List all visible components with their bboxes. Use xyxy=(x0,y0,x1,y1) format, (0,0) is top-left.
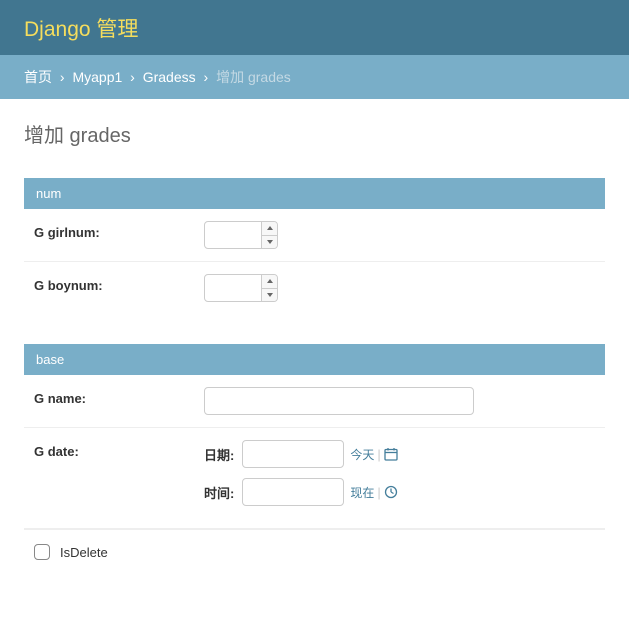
clock-icon[interactable] xyxy=(384,485,398,499)
chevron-down-icon xyxy=(266,292,274,298)
admin-header: Django 管理 xyxy=(0,0,629,55)
spinner xyxy=(261,222,277,248)
chevron-up-icon xyxy=(266,278,274,284)
label-boynum: G boynum: xyxy=(34,274,204,293)
time-input[interactable] xyxy=(242,478,344,506)
row-date: G date: 日期: 今天 | 时间: 现在 | xyxy=(24,428,605,529)
fieldset-base: base G name: G date: 日期: 今天 | xyxy=(24,344,605,574)
date-sub-label: 日期: xyxy=(204,445,234,464)
fieldset-legend-num: num xyxy=(24,178,605,209)
content: 增加 grades num G girlnum: G boynum: xyxy=(0,99,629,624)
breadcrumb-home[interactable]: 首页 xyxy=(24,69,52,85)
row-girlnum: G girlnum: xyxy=(24,209,605,262)
calendar-icon[interactable] xyxy=(384,447,398,461)
now-shortcut[interactable]: 现在 xyxy=(350,484,374,501)
row-isdelete: IsDelete xyxy=(24,529,605,574)
isdelete-label[interactable]: IsDelete xyxy=(60,545,108,560)
girlnum-stepper xyxy=(204,221,278,249)
boynum-stepper xyxy=(204,274,278,302)
site-title[interactable]: Django 管理 xyxy=(24,13,138,43)
breadcrumb-current: 增加 grades xyxy=(216,69,291,85)
fieldset-legend-base: base xyxy=(24,344,605,375)
today-shortcut[interactable]: 今天 xyxy=(350,446,374,463)
breadcrumb-sep: › xyxy=(204,69,209,85)
fieldset-num: num G girlnum: G boynum: xyxy=(24,178,605,314)
spinner-up-button[interactable] xyxy=(262,222,277,236)
time-subrow: 时间: 现在 | xyxy=(204,478,595,506)
breadcrumb-sep: › xyxy=(130,69,135,85)
breadcrumb-app[interactable]: Myapp1 xyxy=(72,69,122,85)
row-boynum: G boynum: xyxy=(24,262,605,314)
chevron-up-icon xyxy=(266,225,274,231)
label-date: G date: xyxy=(34,440,204,459)
spinner xyxy=(261,275,277,301)
date-input[interactable] xyxy=(242,440,344,468)
label-name: G name: xyxy=(34,387,204,406)
breadcrumb-sep: › xyxy=(60,69,65,85)
spinner-down-button[interactable] xyxy=(262,236,277,249)
shortcut-sep: | xyxy=(377,485,380,500)
name-input[interactable] xyxy=(204,387,474,415)
isdelete-checkbox[interactable] xyxy=(34,544,50,560)
row-name: G name: xyxy=(24,375,605,428)
time-sub-label: 时间: xyxy=(204,483,234,502)
date-subrow: 日期: 今天 | xyxy=(204,440,595,468)
spinner-down-button[interactable] xyxy=(262,289,277,302)
page-title: 增加 grades xyxy=(24,119,605,148)
label-girlnum: G girlnum: xyxy=(34,221,204,240)
breadcrumb-model[interactable]: Gradess xyxy=(143,69,196,85)
shortcut-sep: | xyxy=(377,447,380,462)
chevron-down-icon xyxy=(266,239,274,245)
spinner-up-button[interactable] xyxy=(262,275,277,289)
breadcrumb: 首页 › Myapp1 › Gradess › 增加 grades xyxy=(0,55,629,99)
